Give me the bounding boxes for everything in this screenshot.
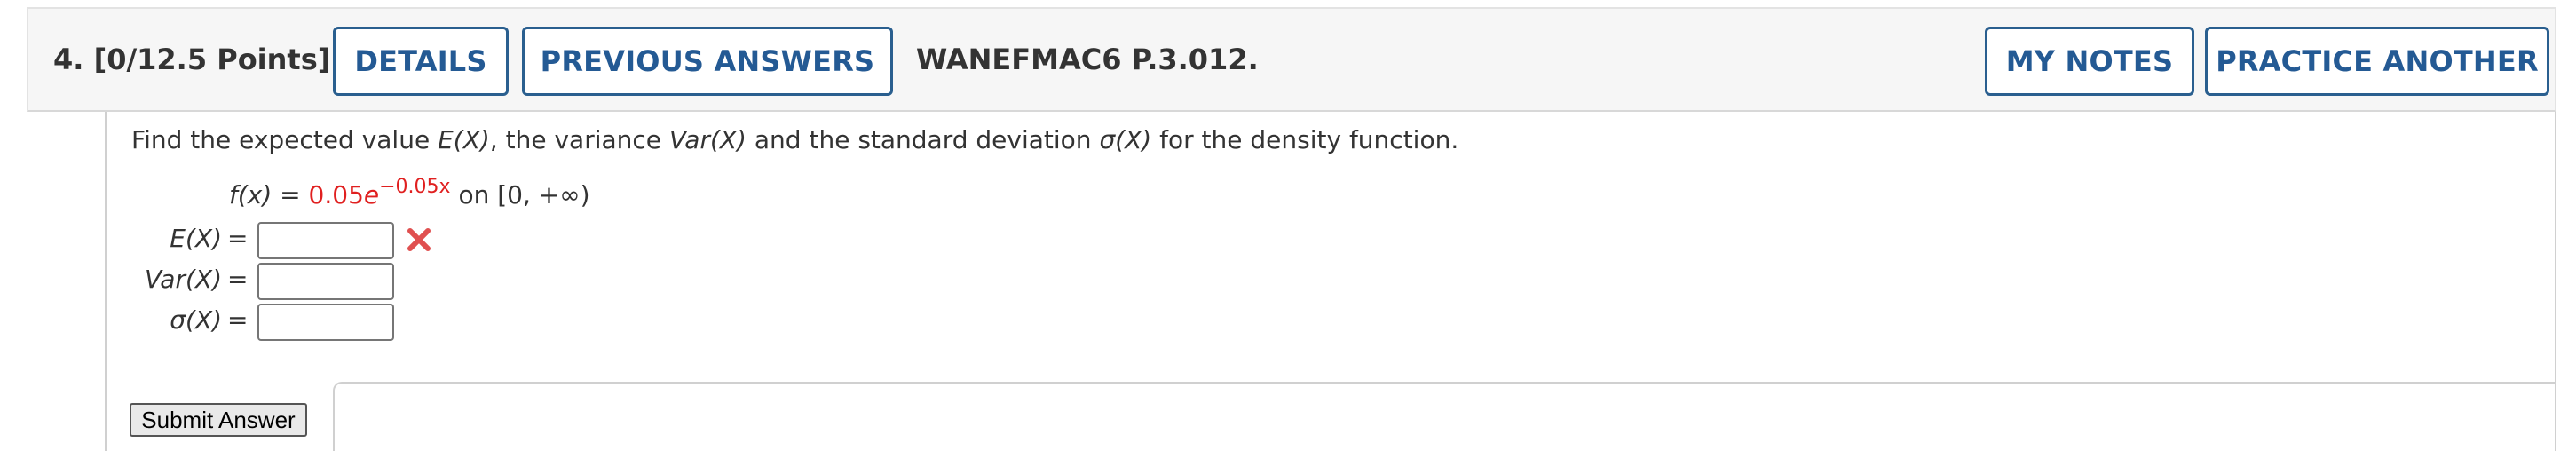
formula-base: e (363, 180, 380, 210)
equals-sign: = (227, 265, 249, 294)
question-points-label: 4. [0/12.5 Points] (53, 43, 331, 76)
expected-value-input[interactable] (257, 222, 394, 259)
details-button[interactable]: DETAILS (333, 27, 509, 96)
problem-code: WANEFMAC6 P.3.012. (916, 43, 1259, 76)
prompt-text: Find the expected value (131, 125, 439, 154)
variance-label: Var(X) (144, 265, 222, 294)
prompt-var: Var(X) (668, 125, 747, 154)
x-icon (407, 228, 431, 251)
prompt-ex: E(X) (438, 125, 490, 154)
density-formula: f(x) = 0.05e−0.05x on [0, +∞) (229, 176, 590, 210)
prompt-text: for the density function. (1151, 125, 1459, 154)
practice-another-button[interactable]: PRACTICE ANOTHER (2205, 27, 2549, 96)
question-prompt: Find the expected value E(X), the varian… (131, 125, 1458, 154)
equals-sign: = (227, 224, 249, 253)
prompt-sigma: σ(X) (1099, 125, 1152, 154)
my-notes-button[interactable]: MY NOTES (1985, 27, 2194, 96)
formula-lhs: f(x) = (229, 180, 309, 210)
variance-input[interactable] (257, 263, 394, 300)
submit-answer-button[interactable]: Submit Answer (130, 403, 307, 437)
question-header: 4. [0/12.5 Points] DETAILS PREVIOUS ANSW… (27, 7, 2556, 112)
std-dev-label: σ(X) (170, 305, 222, 335)
prompt-text: , the variance (489, 125, 669, 154)
equals-sign: = (227, 305, 249, 335)
previous-answers-button[interactable]: PREVIOUS ANSWERS (522, 27, 893, 96)
prompt-text: and the standard deviation (746, 125, 1100, 154)
std-dev-input[interactable] (257, 304, 394, 341)
expected-value-label: E(X) (170, 224, 222, 253)
formula-domain: on [0, +∞) (450, 180, 590, 210)
formula-coefficient: 0.05 (308, 180, 364, 210)
formula-exponent: −0.05x (379, 176, 451, 198)
feedback-area (333, 382, 2556, 451)
